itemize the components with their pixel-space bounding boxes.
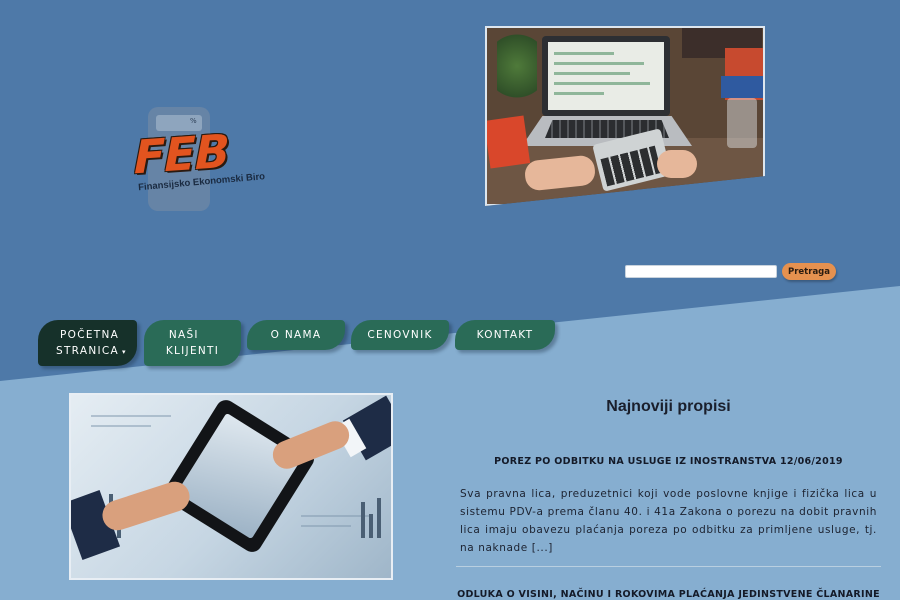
tablet-business-image [69, 393, 393, 580]
hero-image-laptop-calculator [485, 26, 765, 206]
spreadsheet-line [554, 82, 650, 85]
feb-logo[interactable]: % FEB Finansijsko Ekonomski Biro [130, 105, 265, 215]
red-folder [487, 115, 531, 169]
nav-item-label: CENOVNIK [367, 329, 433, 341]
background-chart-bar [377, 498, 381, 538]
search-button[interactable]: Pretraga [782, 263, 836, 280]
nav-item-label: KONTAKT [476, 329, 534, 341]
nav-item-label-line1: POČETNA [60, 328, 120, 341]
background-chart-line [91, 425, 151, 427]
nav-item-label: POČETNA STRANICA ▾ [56, 327, 127, 360]
spreadsheet-line [554, 52, 614, 55]
search-input[interactable] [625, 265, 777, 278]
nav-item-kontakt[interactable]: KONTAKT [455, 320, 555, 350]
nav-item-label-line2: KLIJENTI [165, 345, 220, 357]
nav-item-cenovnik[interactable]: CENOVNIK [351, 320, 449, 350]
latest-regulations-section: Najnoviji propisi POREZ PO ODBITKU NA US… [456, 398, 881, 600]
nav-item-label: NAŠI KLIJENTI [166, 327, 219, 359]
books [721, 76, 763, 98]
nav-item-label-text: STRANICA [56, 344, 119, 357]
nav-item-label: O NAMA [270, 329, 322, 341]
spreadsheet-line [554, 92, 604, 95]
nav-item-label-line2: STRANICA ▾ [56, 343, 127, 360]
plant [497, 34, 537, 114]
article: ODLUKA O VISINI, NAČINU I ROKOVIMA PLAĆA… [456, 587, 881, 600]
glass [727, 98, 757, 148]
calculator-percent-key: % [190, 117, 197, 125]
laptop-display [548, 42, 664, 110]
hand [657, 150, 697, 178]
search-form: Pretraga [625, 263, 836, 280]
article-excerpt: Sva pravna lica, preduzetnici koji vode … [460, 488, 877, 554]
article: POREZ PO ODBITKU NA USLUGE IZ INOSTRANST… [456, 456, 881, 557]
background-chart-bar [369, 514, 373, 538]
spreadsheet-line [554, 72, 630, 75]
spreadsheet-line [554, 62, 644, 65]
background-chart-line [301, 525, 351, 527]
background-chart-bar [361, 502, 365, 538]
chevron-down-icon: ▾ [122, 347, 127, 356]
divider [456, 566, 881, 567]
tablet-screen [176, 412, 302, 540]
nav-item-nasi-klijenti[interactable]: NAŠI KLIJENTI [144, 320, 241, 366]
hand [98, 477, 194, 535]
background-chart-line [91, 415, 171, 417]
article-title-link[interactable]: POREZ PO ODBITKU NA USLUGE IZ INOSTRANST… [456, 456, 881, 467]
nav-item-label-line1: NAŠI [168, 329, 199, 341]
nav-item-o-nama[interactable]: O NAMA [247, 320, 345, 350]
article-title-link[interactable]: ODLUKA O VISINI, NAČINU I ROKOVIMA PLAĆA… [456, 587, 881, 600]
nav-item-pocetna-stranica[interactable]: POČETNA STRANICA ▾ [38, 320, 137, 366]
section-heading: Najnoviji propisi [606, 398, 731, 415]
